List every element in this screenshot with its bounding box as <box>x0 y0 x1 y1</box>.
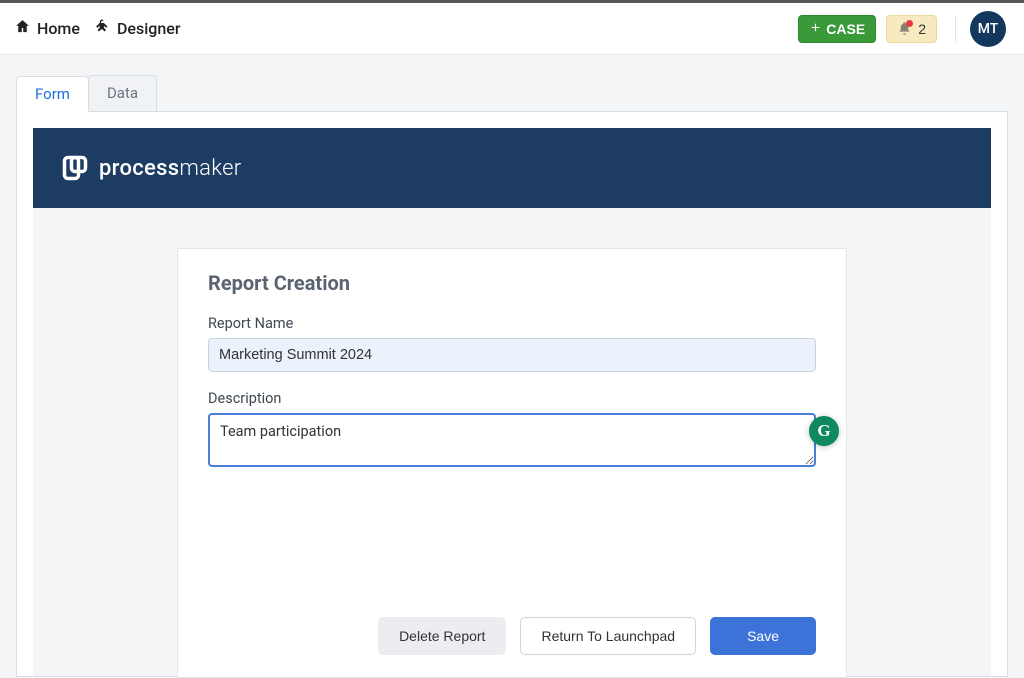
tab-form-label: Form <box>35 85 70 103</box>
description-field: Description Team participation <box>208 390 816 471</box>
delete-report-label: Delete Report <box>399 628 485 644</box>
tab-strip: Form Data <box>0 55 1024 112</box>
nav-home-label: Home <box>37 19 80 38</box>
designer-icon <box>94 18 111 39</box>
nav-divider <box>955 16 956 42</box>
plus-icon <box>809 21 822 37</box>
nav-right-group: CASE 2 MT <box>798 11 1006 47</box>
return-label: Return To Launchpad <box>541 628 675 644</box>
report-name-input[interactable] <box>208 338 816 372</box>
tab-data[interactable]: Data <box>88 75 157 111</box>
grammar-badge-icon[interactable]: G <box>809 416 839 446</box>
bell-icon <box>897 21 912 36</box>
form-card: Report Creation Report Name Description … <box>177 248 847 678</box>
brand-name-bold: process <box>99 156 179 181</box>
return-to-launchpad-button[interactable]: Return To Launchpad <box>520 617 696 655</box>
nav-home-link[interactable]: Home <box>14 18 80 39</box>
save-button[interactable]: Save <box>710 617 816 655</box>
avatar-initials: MT <box>978 21 999 37</box>
tab-form[interactable]: Form <box>16 76 89 112</box>
top-navbar: Home Designer CASE 2 MT <box>0 3 1024 55</box>
nav-designer-link[interactable]: Designer <box>94 18 181 39</box>
main-panel: processmaker Report Creation Report Name… <box>16 112 1008 677</box>
nav-designer-label: Designer <box>117 19 181 38</box>
nav-left-group: Home Designer <box>14 18 180 39</box>
delete-report-button[interactable]: Delete Report <box>378 617 506 655</box>
form-area: Report Creation Report Name Description … <box>33 208 991 676</box>
brand-name-light: maker <box>179 156 241 181</box>
notifications-button[interactable]: 2 <box>886 15 937 43</box>
tabs-container: Form Data <box>16 75 1008 112</box>
save-label: Save <box>747 628 779 644</box>
processmaker-logo-icon <box>61 154 89 182</box>
tab-data-label: Data <box>107 84 138 102</box>
user-avatar[interactable]: MT <box>970 11 1006 47</box>
report-name-label: Report Name <box>208 315 816 332</box>
brand-logo: processmaker <box>61 154 242 182</box>
report-name-field: Report Name <box>208 315 816 372</box>
form-card-body: Report Creation Report Name Description … <box>178 249 846 489</box>
brand-bar: processmaker <box>33 128 991 208</box>
brand-wordmark: processmaker <box>99 156 242 181</box>
page-title: Report Creation <box>208 271 816 295</box>
description-label: Description <box>208 390 816 407</box>
notification-count: 2 <box>918 21 926 37</box>
description-textarea[interactable]: Team participation <box>208 413 816 467</box>
grammar-badge-letter: G <box>817 421 830 441</box>
button-row: Delete Report Return To Launchpad Save <box>178 617 846 677</box>
home-icon <box>14 18 31 39</box>
case-button-label: CASE <box>826 21 865 37</box>
new-case-button[interactable]: CASE <box>798 15 876 43</box>
